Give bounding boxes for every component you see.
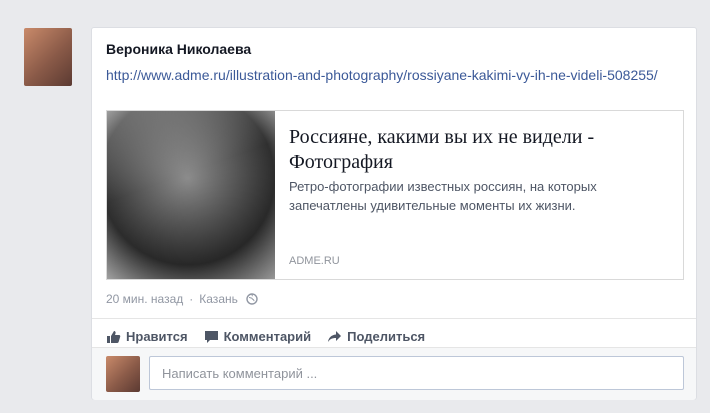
preview-title[interactable]: Россияне, какими вы их не видели - Фотог… [289, 125, 669, 175]
author-avatar[interactable] [24, 28, 72, 86]
like-button[interactable]: Нравится [106, 329, 188, 344]
preview-description: Ретро-фотографии известных россиян, на к… [289, 179, 597, 213]
post-meta: 20 мин. назад · Казань [106, 292, 258, 306]
action-bar: Нравится Комментарий Поделиться [106, 329, 425, 344]
comment-composer [92, 347, 696, 400]
meta-separator: · [189, 292, 194, 306]
author-name[interactable]: Вероника Николаева [106, 41, 251, 57]
post-time[interactable]: 20 мин. назад [106, 292, 183, 306]
post-link[interactable]: http://www.adme.ru/illustration-and-phot… [106, 66, 666, 85]
share-arrow-icon [328, 330, 342, 342]
thumbs-up-icon [107, 330, 121, 343]
commenter-avatar[interactable] [106, 356, 140, 392]
link-preview[interactable]: Россияне, какими вы их не видели - Фотог… [106, 110, 684, 280]
share-button[interactable]: Поделиться [327, 329, 425, 344]
share-label: Поделиться [347, 329, 426, 344]
preview-image[interactable] [107, 111, 275, 279]
comment-button[interactable]: Комментарий [204, 329, 312, 344]
preview-domain: ADME.RU [289, 255, 340, 267]
like-label: Нравится [126, 329, 188, 344]
comment-icon [204, 330, 218, 343]
action-divider [92, 318, 696, 319]
comment-label: Комментарий [223, 329, 312, 344]
globe-icon[interactable] [246, 293, 258, 305]
post-location[interactable]: Казань [199, 292, 238, 306]
comment-input[interactable] [149, 356, 684, 390]
post-card: Вероника Николаева http://www.adme.ru/il… [91, 27, 697, 400]
